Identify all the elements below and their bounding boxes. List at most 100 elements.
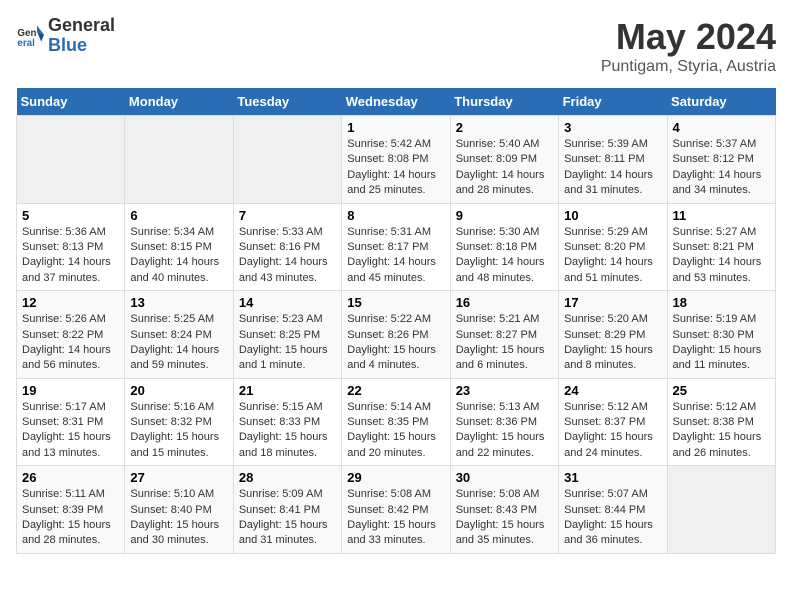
calendar-cell: 9 Sunrise: 5:30 AM Sunset: 8:18 PM Daylig… xyxy=(450,203,558,291)
logo-blue: Blue xyxy=(48,36,115,56)
day-number: 14 xyxy=(239,295,336,310)
header-friday: Friday xyxy=(559,88,667,116)
logo: Gen eral General Blue xyxy=(16,16,115,56)
calendar-cell: 11Sunrise: 5:27 AM Sunset: 8:21 PM Dayli… xyxy=(667,203,775,291)
day-number: 5 xyxy=(22,208,119,223)
day-info: Sunrise: 5:31 AM Sunset: 8:17 PM Dayligh… xyxy=(347,225,444,287)
day-number: 7 xyxy=(239,208,336,223)
day-info: Sunrise: 5:37 AM Sunset: 8:12 PM Dayligh… xyxy=(673,137,770,199)
calendar-cell: 27 Sunrise: 5:10 AM Sunset: 8:40 PM Dayli… xyxy=(125,466,233,554)
day-number: 18 xyxy=(673,295,770,310)
day-number: 17 xyxy=(564,295,661,310)
day-info: Sunrise: 5:25 AM Sunset: 8:24 PM Dayligh… xyxy=(130,312,227,374)
calendar-cell: 16 Sunrise: 5:21 AM Sunset: 8:27 PM Dayli… xyxy=(450,291,558,379)
calendar-cell xyxy=(667,466,775,554)
calendar-week-2: 5 Sunrise: 5:36 AM Sunset: 8:13 PM Daylig… xyxy=(17,203,776,291)
calendar-cell: 6 Sunrise: 5:34 AM Sunset: 8:15 PM Daylig… xyxy=(125,203,233,291)
calendar-cell: 7 Sunrise: 5:33 AM Sunset: 8:16 PM Daylig… xyxy=(233,203,341,291)
calendar-cell: 13Sunrise: 5:25 AM Sunset: 8:24 PM Dayli… xyxy=(125,291,233,379)
day-number: 2 xyxy=(456,120,553,135)
header-monday: Monday xyxy=(125,88,233,116)
header-saturday: Saturday xyxy=(667,88,775,116)
day-number: 20 xyxy=(130,383,227,398)
day-number: 16 xyxy=(456,295,553,310)
day-info: Sunrise: 5:10 AM Sunset: 8:40 PM Dayligh… xyxy=(130,487,227,549)
page-header: Gen eral General Blue May 2024 Puntigam,… xyxy=(16,16,776,76)
calendar-cell: 14 Sunrise: 5:23 AM Sunset: 8:25 PM Dayli… xyxy=(233,291,341,379)
calendar-cell xyxy=(17,116,125,204)
day-number: 3 xyxy=(564,120,661,135)
day-info: Sunrise: 5:14 AM Sunset: 8:35 PM Dayligh… xyxy=(347,400,444,462)
day-info: Sunrise: 5:36 AM Sunset: 8:13 PM Dayligh… xyxy=(22,225,119,287)
calendar-cell: 5 Sunrise: 5:36 AM Sunset: 8:13 PM Daylig… xyxy=(17,203,125,291)
calendar-cell: 28 Sunrise: 5:09 AM Sunset: 8:41 PM Dayli… xyxy=(233,466,341,554)
calendar-header: SundayMondayTuesdayWednesdayThursdayFrid… xyxy=(17,88,776,116)
calendar-cell: 19 Sunrise: 5:17 AM Sunset: 8:31 PM Dayli… xyxy=(17,378,125,466)
day-info: Sunrise: 5:19 AM Sunset: 8:30 PM Dayligh… xyxy=(673,312,770,374)
day-info: Sunrise: 5:08 AM Sunset: 8:42 PM Dayligh… xyxy=(347,487,444,549)
day-info: Sunrise: 5:40 AM Sunset: 8:09 PM Dayligh… xyxy=(456,137,553,199)
main-title: May 2024 xyxy=(601,16,776,58)
day-number: 10 xyxy=(564,208,661,223)
header-thursday: Thursday xyxy=(450,88,558,116)
calendar-cell xyxy=(233,116,341,204)
calendar-cell: 15Sunrise: 5:22 AM Sunset: 8:26 PM Dayli… xyxy=(342,291,450,379)
calendar-cell: 3Sunrise: 5:39 AM Sunset: 8:11 PM Daylig… xyxy=(559,116,667,204)
day-info: Sunrise: 5:26 AM Sunset: 8:22 PM Dayligh… xyxy=(22,312,119,374)
day-number: 8 xyxy=(347,208,444,223)
calendar-cell xyxy=(125,116,233,204)
day-number: 26 xyxy=(22,470,119,485)
day-info: Sunrise: 5:07 AM Sunset: 8:44 PM Dayligh… xyxy=(564,487,661,549)
day-number: 15 xyxy=(347,295,444,310)
calendar-week-1: 1Sunrise: 5:42 AM Sunset: 8:08 PM Daylig… xyxy=(17,116,776,204)
day-info: Sunrise: 5:13 AM Sunset: 8:36 PM Dayligh… xyxy=(456,400,553,462)
title-block: May 2024 Puntigam, Styria, Austria xyxy=(601,16,776,76)
calendar-cell: 30 Sunrise: 5:08 AM Sunset: 8:43 PM Dayli… xyxy=(450,466,558,554)
day-number: 19 xyxy=(22,383,119,398)
day-info: Sunrise: 5:30 AM Sunset: 8:18 PM Dayligh… xyxy=(456,225,553,287)
day-number: 9 xyxy=(456,208,553,223)
day-info: Sunrise: 5:20 AM Sunset: 8:29 PM Dayligh… xyxy=(564,312,661,374)
calendar-cell: 12Sunrise: 5:26 AM Sunset: 8:22 PM Dayli… xyxy=(17,291,125,379)
day-info: Sunrise: 5:12 AM Sunset: 8:38 PM Dayligh… xyxy=(673,400,770,462)
logo-general: General xyxy=(48,16,115,36)
day-number: 31 xyxy=(564,470,661,485)
day-info: Sunrise: 5:33 AM Sunset: 8:16 PM Dayligh… xyxy=(239,225,336,287)
day-info: Sunrise: 5:17 AM Sunset: 8:31 PM Dayligh… xyxy=(22,400,119,462)
logo-icon: Gen eral xyxy=(16,22,44,50)
calendar-week-5: 26 Sunrise: 5:11 AM Sunset: 8:39 PM Dayli… xyxy=(17,466,776,554)
day-info: Sunrise: 5:34 AM Sunset: 8:15 PM Dayligh… xyxy=(130,225,227,287)
day-info: Sunrise: 5:09 AM Sunset: 8:41 PM Dayligh… xyxy=(239,487,336,549)
day-number: 30 xyxy=(456,470,553,485)
day-number: 11 xyxy=(673,208,770,223)
calendar-cell: 4 Sunrise: 5:37 AM Sunset: 8:12 PM Daylig… xyxy=(667,116,775,204)
day-info: Sunrise: 5:29 AM Sunset: 8:20 PM Dayligh… xyxy=(564,225,661,287)
calendar-cell: 18 Sunrise: 5:19 AM Sunset: 8:30 PM Dayli… xyxy=(667,291,775,379)
day-number: 27 xyxy=(130,470,227,485)
day-number: 6 xyxy=(130,208,227,223)
day-info: Sunrise: 5:23 AM Sunset: 8:25 PM Dayligh… xyxy=(239,312,336,374)
calendar-week-3: 12Sunrise: 5:26 AM Sunset: 8:22 PM Dayli… xyxy=(17,291,776,379)
header-sunday: Sunday xyxy=(17,88,125,116)
header-tuesday: Tuesday xyxy=(233,88,341,116)
calendar-cell: 24Sunrise: 5:12 AM Sunset: 8:37 PM Dayli… xyxy=(559,378,667,466)
day-number: 1 xyxy=(347,120,444,135)
day-info: Sunrise: 5:16 AM Sunset: 8:32 PM Dayligh… xyxy=(130,400,227,462)
day-info: Sunrise: 5:12 AM Sunset: 8:37 PM Dayligh… xyxy=(564,400,661,462)
day-info: Sunrise: 5:11 AM Sunset: 8:39 PM Dayligh… xyxy=(22,487,119,549)
header-wednesday: Wednesday xyxy=(342,88,450,116)
day-number: 28 xyxy=(239,470,336,485)
day-number: 25 xyxy=(673,383,770,398)
calendar-cell: 20 Sunrise: 5:16 AM Sunset: 8:32 PM Dayli… xyxy=(125,378,233,466)
day-number: 22 xyxy=(347,383,444,398)
day-number: 29 xyxy=(347,470,444,485)
day-info: Sunrise: 5:21 AM Sunset: 8:27 PM Dayligh… xyxy=(456,312,553,374)
calendar-table: SundayMondayTuesdayWednesdayThursdayFrid… xyxy=(16,88,776,554)
day-number: 23 xyxy=(456,383,553,398)
calendar-cell: 25 Sunrise: 5:12 AM Sunset: 8:38 PM Dayli… xyxy=(667,378,775,466)
calendar-cell: 31 Sunrise: 5:07 AM Sunset: 8:44 PM Dayli… xyxy=(559,466,667,554)
day-info: Sunrise: 5:08 AM Sunset: 8:43 PM Dayligh… xyxy=(456,487,553,549)
calendar-cell: 17 Sunrise: 5:20 AM Sunset: 8:29 PM Dayli… xyxy=(559,291,667,379)
day-number: 4 xyxy=(673,120,770,135)
calendar-cell: 26 Sunrise: 5:11 AM Sunset: 8:39 PM Dayli… xyxy=(17,466,125,554)
